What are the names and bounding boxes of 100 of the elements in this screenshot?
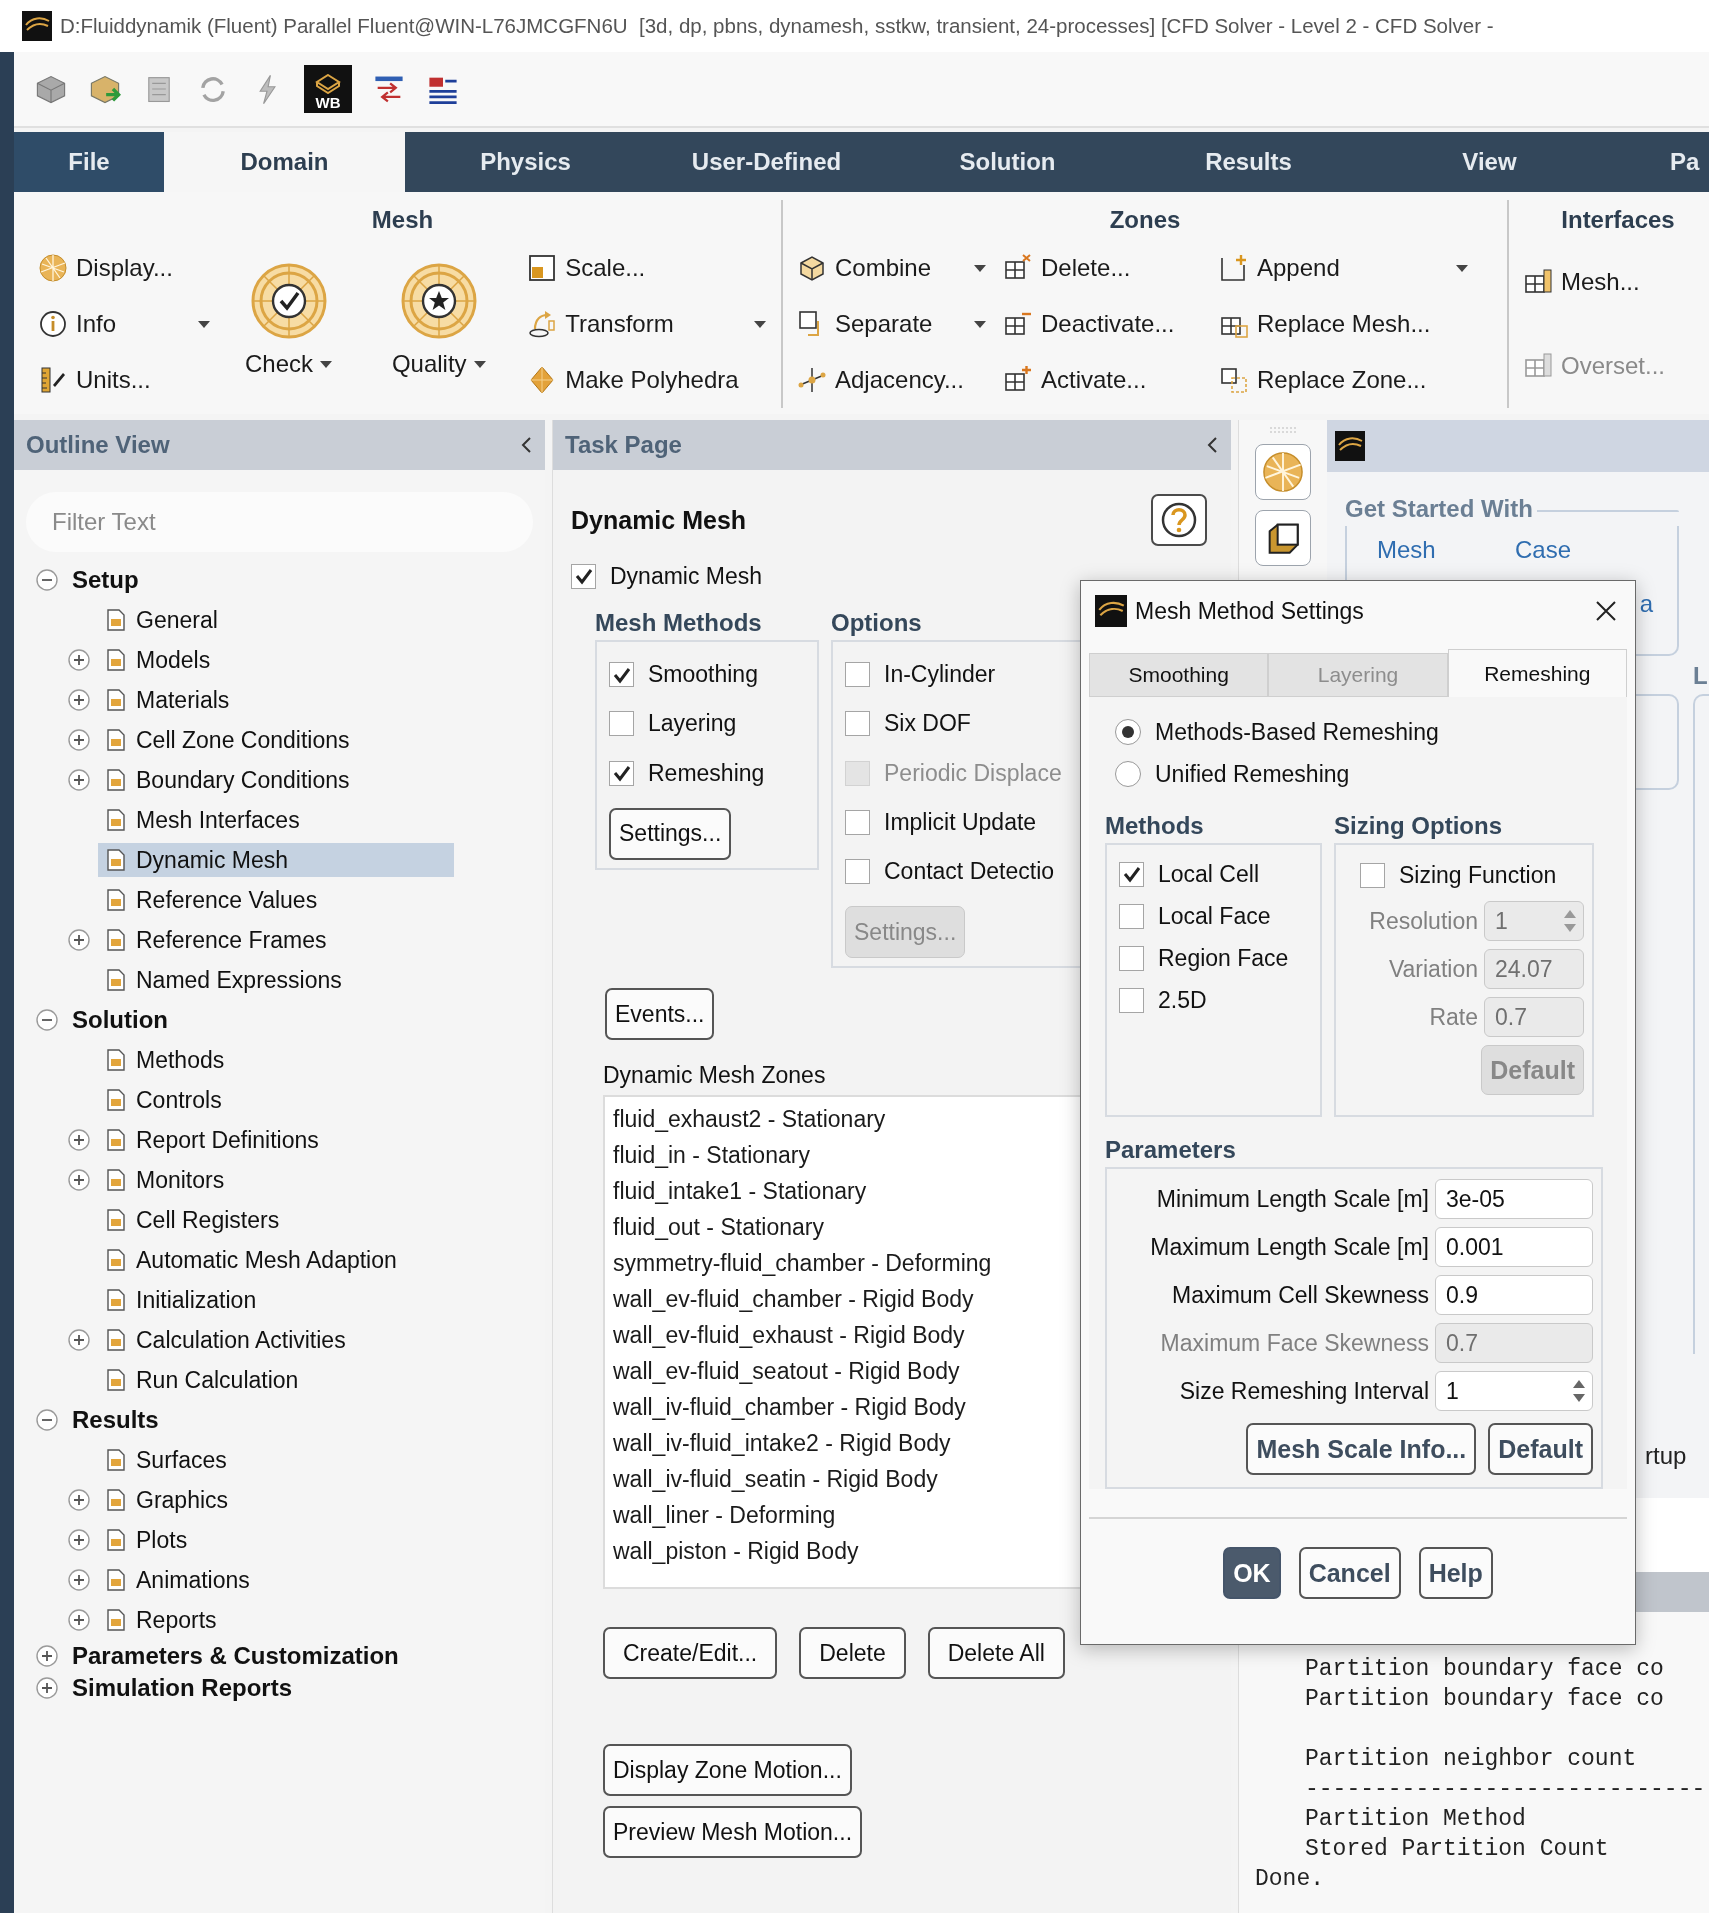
- ribbon-button[interactable]: Adjacency...: [797, 352, 987, 408]
- ribbon-button[interactable]: Mesh...: [1523, 254, 1693, 310]
- events-button[interactable]: Events...: [605, 988, 715, 1040]
- ribbon-button[interactable]: Delete...: [1003, 240, 1203, 296]
- ribbon-tab[interactable]: File: [14, 132, 164, 192]
- tree-item[interactable]: Cell Zone Conditions: [98, 723, 454, 757]
- tree-item[interactable]: Solution: [66, 1003, 174, 1037]
- tree-item[interactable]: Cell Registers: [98, 1203, 454, 1237]
- checkbox[interactable]: [845, 662, 870, 688]
- tree-item[interactable]: Models: [98, 643, 454, 677]
- zone-button[interactable]: Delete: [799, 1627, 906, 1679]
- ribbon-button[interactable]: Units...: [38, 352, 211, 408]
- tree-item[interactable]: Reference Frames: [98, 923, 454, 957]
- expand-icon[interactable]: [68, 1609, 90, 1631]
- dialog-button[interactable]: Cancel: [1298, 1547, 1401, 1599]
- dialog-button[interactable]: OK: [1223, 1547, 1281, 1599]
- ribbon-button[interactable]: Transform: [527, 296, 767, 352]
- input-field[interactable]: 0.001: [1435, 1227, 1593, 1267]
- tree-item[interactable]: Simulation Reports: [66, 1671, 299, 1705]
- collapse-icon[interactable]: [36, 1009, 58, 1031]
- ribbon-button[interactable]: Make Polyhedra: [527, 352, 767, 408]
- expand-icon[interactable]: [68, 1529, 90, 1551]
- parameter-button[interactable]: Default: [1488, 1423, 1593, 1475]
- ribbon-tab[interactable]: Results: [1128, 132, 1369, 192]
- expand-icon[interactable]: [68, 769, 90, 791]
- tree-item[interactable]: Initialization: [98, 1283, 454, 1317]
- tree-item[interactable]: Automatic Mesh Adaption: [98, 1243, 454, 1277]
- checkbox[interactable]: [1119, 903, 1144, 929]
- tree-item[interactable]: Setup: [66, 563, 145, 597]
- ribbon-button[interactable]: Deactivate...: [1003, 296, 1203, 352]
- checkbox[interactable]: [845, 711, 870, 737]
- checkbox[interactable]: [609, 760, 634, 786]
- ribbon-tab[interactable]: Domain: [164, 132, 405, 192]
- checkbox[interactable]: [1360, 862, 1385, 888]
- tree-item[interactable]: Run Calculation: [98, 1363, 454, 1397]
- ribbon-button[interactable]: Info: [38, 296, 211, 352]
- ribbon-button[interactable]: Check: [226, 240, 352, 400]
- tree-item[interactable]: Boundary Conditions: [98, 763, 454, 797]
- expand-icon[interactable]: [68, 1329, 90, 1351]
- collapse-icon[interactable]: [36, 569, 58, 591]
- tree-item[interactable]: Graphics: [98, 1483, 454, 1517]
- ribbon-tab[interactable]: Solution: [887, 132, 1128, 192]
- tree-item[interactable]: Materials: [98, 683, 454, 717]
- tree-item[interactable]: Plots: [98, 1523, 454, 1557]
- tree-item[interactable]: Mesh Interfaces: [98, 803, 454, 837]
- checkbox[interactable]: [609, 662, 634, 688]
- tree-item[interactable]: Named Expressions: [98, 963, 454, 997]
- ribbon-button[interactable]: Replace Zone...: [1219, 352, 1469, 408]
- input-field[interactable]: 0.9: [1435, 1275, 1593, 1315]
- ribbon-tab[interactable]: View: [1369, 132, 1610, 192]
- checkbox[interactable]: [1119, 945, 1144, 971]
- spin-field[interactable]: 1: [1435, 1371, 1593, 1411]
- radio-button[interactable]: [1115, 761, 1141, 787]
- ribbon-tab[interactable]: User-Defined: [646, 132, 887, 192]
- ribbon-button[interactable]: Scale...: [527, 240, 767, 296]
- ribbon-button[interactable]: Append: [1219, 240, 1469, 296]
- tree-item[interactable]: Reference Values: [98, 883, 454, 917]
- radio-button[interactable]: [1115, 719, 1141, 745]
- toolbar-button[interactable]: [1255, 510, 1311, 566]
- parameter-button[interactable]: Mesh Scale Info...: [1246, 1423, 1477, 1475]
- expand-icon[interactable]: [68, 689, 90, 711]
- motion-button[interactable]: Preview Mesh Motion...: [603, 1806, 863, 1858]
- motion-button[interactable]: Display Zone Motion...: [603, 1744, 852, 1796]
- tree-item[interactable]: Calculation Activities: [98, 1323, 454, 1357]
- checkbox[interactable]: [1119, 861, 1144, 887]
- tree-item[interactable]: General: [98, 603, 454, 637]
- tree-item[interactable]: Results: [66, 1403, 165, 1437]
- expand-icon[interactable]: [68, 929, 90, 951]
- tree-item[interactable]: Animations: [98, 1563, 454, 1597]
- checkbox[interactable]: [571, 563, 596, 589]
- expand-icon[interactable]: [68, 1489, 90, 1511]
- ribbon-button[interactable]: Replace Mesh...: [1219, 296, 1469, 352]
- input-field[interactable]: 3e-05: [1435, 1179, 1593, 1219]
- ribbon-button[interactable]: Quality: [367, 240, 512, 400]
- zone-button[interactable]: Create/Edit...: [603, 1627, 778, 1679]
- expand-icon[interactable]: [68, 649, 90, 671]
- tree-item[interactable]: Monitors: [98, 1163, 454, 1197]
- tree-item[interactable]: Surfaces: [98, 1443, 454, 1477]
- ribbon-tab[interactable]: Physics: [405, 132, 646, 192]
- expand-icon[interactable]: [36, 1645, 58, 1667]
- settings-button[interactable]: Settings...: [609, 808, 732, 860]
- ribbon-tab[interactable]: Pa: [1610, 132, 1709, 192]
- workbench-button[interactable]: WB: [304, 65, 352, 113]
- checkbox[interactable]: [845, 809, 870, 835]
- zone-button[interactable]: Delete All: [927, 1627, 1065, 1679]
- expand-icon[interactable]: [68, 1569, 90, 1591]
- ribbon-button[interactable]: Separate: [797, 296, 987, 352]
- expand-icon[interactable]: [68, 1129, 90, 1151]
- checkbox[interactable]: [845, 858, 870, 884]
- collapse-icon[interactable]: [36, 1409, 58, 1431]
- filter-field[interactable]: Filter Text: [26, 492, 533, 552]
- tree-item[interactable]: Controls: [98, 1083, 454, 1117]
- tree-item[interactable]: Reports: [98, 1603, 454, 1637]
- tree-item[interactable]: Report Definitions: [98, 1123, 454, 1157]
- expand-icon[interactable]: [36, 1677, 58, 1699]
- expand-icon[interactable]: [68, 729, 90, 751]
- help-button[interactable]: [1151, 494, 1207, 546]
- link[interactable]: Mesh: [1377, 536, 1436, 564]
- ribbon-button[interactable]: Display...: [38, 240, 211, 296]
- link[interactable]: a: [1639, 590, 1653, 618]
